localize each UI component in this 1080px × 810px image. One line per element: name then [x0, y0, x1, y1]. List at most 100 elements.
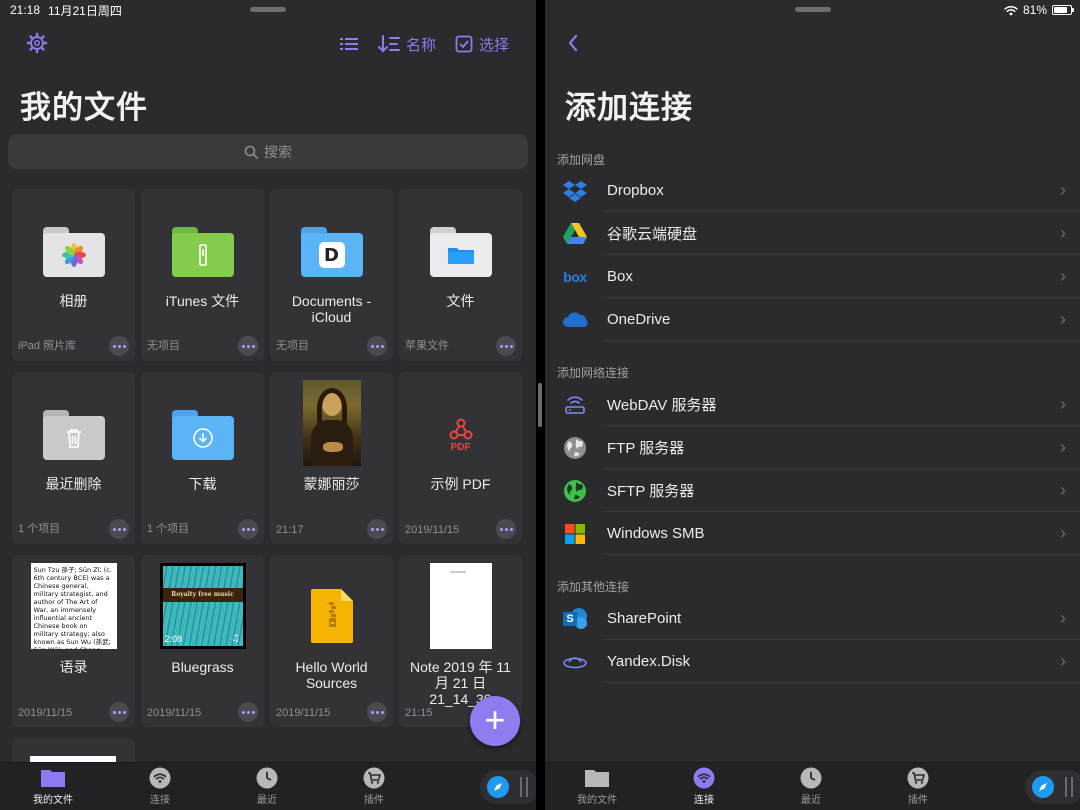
- tab-bar: 我的文件 连接 最近 插件: [0, 762, 536, 810]
- more-options-button[interactable]: [367, 336, 387, 356]
- more-options-button[interactable]: [109, 519, 129, 539]
- file-name: Documents - iCloud: [291, 293, 372, 325]
- connection-row-google-drive[interactable]: 谷歌云端硬盘 ›: [557, 212, 1080, 255]
- back-chevron-icon[interactable]: [567, 34, 579, 57]
- wifi-icon: [149, 767, 171, 789]
- file-meta: 1 个项目: [18, 523, 61, 535]
- sharepoint-icon: S: [561, 605, 589, 633]
- multitask-grabber[interactable]: [795, 7, 831, 12]
- file-meta: 21:15: [405, 707, 433, 719]
- sort-label: 名称: [406, 36, 437, 54]
- cart-icon: [907, 767, 929, 789]
- tab-my-files[interactable]: 我的文件: [567, 767, 627, 806]
- search-placeholder: 搜索: [264, 143, 292, 160]
- icloud-documents-folder-icon: D: [300, 227, 363, 277]
- google-drive-icon: [561, 220, 589, 248]
- drag-handle-icon[interactable]: [520, 777, 528, 797]
- more-options-button[interactable]: [496, 519, 516, 539]
- row-label: Box: [607, 268, 633, 285]
- connection-row-webdav[interactable]: WebDAV 服务器 ›: [557, 383, 1080, 426]
- more-options-button[interactable]: [367, 702, 387, 722]
- file-meta: 无项目: [147, 340, 180, 352]
- row-label: Windows SMB: [607, 525, 705, 542]
- video-banner-text: Royalty free music: [162, 588, 243, 602]
- more-options-button[interactable]: [496, 336, 516, 356]
- webdav-icon: [561, 391, 589, 419]
- clock-icon: [256, 767, 278, 789]
- photos-folder-icon: [42, 227, 105, 277]
- connection-row-ftp[interactable]: FTP 服务器 ›: [557, 426, 1080, 469]
- section-header-other: 添加其他连接: [557, 580, 630, 594]
- zip-archive-icon: [310, 588, 354, 649]
- more-options-button[interactable]: [238, 336, 258, 356]
- sort-icon: [378, 35, 400, 53]
- folder-icon: [585, 770, 609, 787]
- tab-my-files[interactable]: 我的文件: [23, 767, 83, 806]
- row-label: Dropbox: [607, 182, 664, 199]
- search-icon: [244, 145, 258, 159]
- list-view-button[interactable]: [340, 32, 358, 56]
- tab-connect[interactable]: 连接: [674, 767, 734, 806]
- more-options-button[interactable]: [238, 519, 258, 539]
- compass-icon: [1032, 776, 1054, 798]
- file-card-quotes[interactable]: Sun Tzu 孫子; Sūn Zǐ; (c. 6th century BCE)…: [12, 555, 135, 727]
- file-card-hello-world-sources[interactable]: Hello World Sources 2019/11/15: [270, 555, 393, 727]
- file-name: 文件: [446, 293, 475, 309]
- file-card-documents-icloud[interactable]: D Documents - iCloud 无项目: [270, 189, 393, 361]
- connection-row-sharepoint[interactable]: S SharePoint ›: [557, 597, 1080, 640]
- tab-plugins[interactable]: 插件: [888, 767, 948, 806]
- connection-row-box[interactable]: box Box ›: [557, 255, 1080, 298]
- gear-icon[interactable]: [26, 32, 48, 54]
- tab-recent[interactable]: 最近: [237, 767, 297, 806]
- connection-row-yandex[interactable]: Yandex.Disk ›: [557, 640, 1080, 683]
- file-card-sample-pdf[interactable]: PDF 示例 PDF 2019/11/15: [399, 372, 522, 544]
- page-title: 我的文件: [20, 90, 148, 125]
- compass-icon: [487, 776, 509, 798]
- wifi-icon: [693, 767, 715, 789]
- row-label: OneDrive: [607, 311, 671, 328]
- file-card-photos[interactable]: 相册 iPad 照片库: [12, 189, 135, 361]
- tab-label: 最近: [257, 795, 277, 806]
- more-options-button[interactable]: [109, 702, 129, 722]
- cart-icon: [363, 767, 385, 789]
- connection-row-onedrive[interactable]: OneDrive ›: [557, 298, 1080, 341]
- connection-row-dropbox[interactable]: Dropbox ›: [557, 169, 1080, 212]
- section-header-cloud: 添加网盘: [557, 153, 606, 167]
- file-card-recently-deleted[interactable]: 最近删除 1 个项目: [12, 372, 135, 544]
- file-card-mona-lisa[interactable]: 蒙娜丽莎 21:17: [270, 372, 393, 544]
- tab-plugins[interactable]: 插件: [344, 767, 404, 806]
- page-title: 添加连接: [565, 90, 693, 125]
- trash-folder-icon: [42, 410, 105, 460]
- add-button[interactable]: +: [470, 696, 520, 746]
- text-document-thumbnail: Sun Tzu 孫子; Sūn Zǐ; (c. 6th century BCE)…: [30, 563, 117, 649]
- folder-icon: [41, 770, 65, 787]
- windows-icon: [561, 520, 589, 548]
- sort-button[interactable]: 名称: [378, 32, 436, 56]
- tab-recent[interactable]: 最近: [781, 767, 841, 806]
- browser-button[interactable]: [480, 770, 536, 804]
- more-options-button[interactable]: [367, 519, 387, 539]
- file-card-downloads[interactable]: 下载 1 个项目: [141, 372, 264, 544]
- connection-row-sftp[interactable]: SFTP 服务器 ›: [557, 469, 1080, 512]
- video-duration: 2:08: [164, 634, 183, 644]
- dropbox-icon: [561, 177, 589, 205]
- file-card-files[interactable]: 文件 苹果文件: [399, 189, 522, 361]
- more-options-button[interactable]: [109, 336, 129, 356]
- more-options-button[interactable]: [238, 702, 258, 722]
- drag-handle-icon[interactable]: [1065, 777, 1073, 797]
- battery-percent: 81%: [1022, 3, 1047, 17]
- search-input[interactable]: 搜索: [8, 134, 528, 169]
- row-label: SharePoint: [607, 610, 682, 627]
- file-card-bluegrass[interactable]: Royalty free music 2:08 ♫ Bluegrass 2019…: [141, 555, 264, 727]
- multitask-grabber[interactable]: [250, 7, 286, 12]
- file-name: 最近删除: [45, 476, 102, 492]
- select-button[interactable]: 选择: [455, 32, 509, 56]
- file-card-itunes[interactable]: iTunes 文件 无项目: [141, 189, 264, 361]
- connection-row-smb[interactable]: Windows SMB ›: [557, 512, 1080, 555]
- split-view-handle[interactable]: [538, 383, 542, 427]
- tab-label: 我的文件: [577, 795, 617, 806]
- chevron-right-icon: ›: [1060, 437, 1066, 457]
- tab-connect[interactable]: 连接: [130, 767, 190, 806]
- row-label: 谷歌云端硬盘: [607, 226, 698, 243]
- browser-button[interactable]: [1025, 770, 1080, 804]
